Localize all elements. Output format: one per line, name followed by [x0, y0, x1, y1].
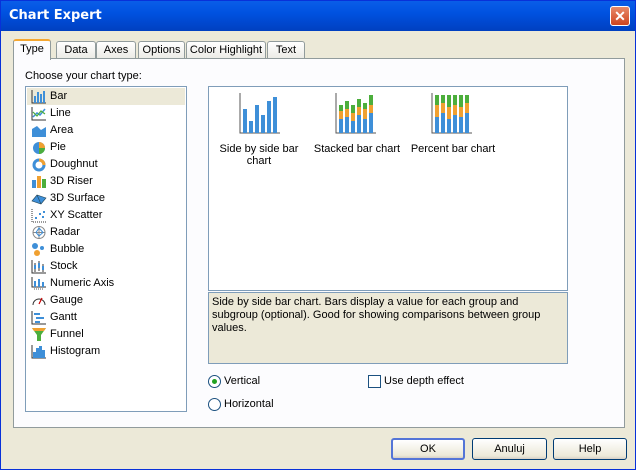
chart-type-label: Stock [50, 260, 78, 272]
funnel-chart-icon [32, 328, 46, 341]
chart-type-label: XY Scatter [50, 209, 103, 221]
3d-surface-chart-icon [31, 194, 47, 205]
chart-type-item-gauge[interactable]: Gauge [27, 292, 185, 309]
chart-type-label: Gauge [50, 294, 84, 306]
chart-type-item-doughnut[interactable]: Doughnut [27, 156, 185, 173]
chart-subtype-gallery[interactable]: Side by side bar chart Stacked bar chart… [208, 86, 568, 291]
subtype-side-by-side-bar[interactable]: Side by side bar chart [215, 87, 303, 177]
numeric-axis-chart-icon [31, 277, 46, 290]
chart-type-item-xy-scatter[interactable]: XY Scatter [27, 207, 185, 224]
bar-chart-icon [31, 90, 46, 104]
chart-type-label: Histogram [50, 345, 101, 357]
tab-text[interactable]: Text [267, 41, 305, 58]
chart-type-label: Bar [50, 90, 68, 102]
subtype-label: Percent bar chart [410, 143, 496, 155]
chart-type-item-stock[interactable]: Stock [27, 258, 185, 275]
radar-chart-icon [32, 226, 46, 239]
area-chart-icon [32, 126, 46, 137]
chart-type-label: Line [50, 107, 71, 119]
subtype-label: Stacked bar chart [313, 143, 401, 155]
depth-effect-label[interactable]: Use depth effect [384, 375, 464, 387]
side-by-side-bar-icon [239, 93, 280, 134]
chart-type-item-bubble[interactable]: Bubble [27, 241, 185, 258]
close-icon: ✕ [614, 8, 626, 24]
close-button[interactable]: ✕ [610, 6, 630, 26]
cancel-button[interactable]: Anuluj [472, 438, 547, 460]
chart-type-label: Gantt [50, 311, 77, 323]
chart-type-item-numeric-axis[interactable]: Numeric Axis [27, 275, 185, 292]
line-chart-icon [31, 107, 46, 121]
subtype-stacked-bar[interactable]: Stacked bar chart [309, 87, 405, 177]
chart-type-item-area[interactable]: Area [27, 122, 185, 139]
stacked-bar-icon [335, 93, 376, 134]
tab-options[interactable]: Options [138, 41, 185, 58]
chart-type-label: Pie [50, 141, 66, 153]
histogram-chart-icon [31, 345, 46, 359]
title-bar[interactable]: Chart Expert ✕ [1, 1, 635, 31]
horizontal-label[interactable]: Horizontal [224, 398, 274, 410]
chart-type-item-3d-surface[interactable]: 3D Surface [27, 190, 185, 207]
percent-bar-icon [431, 93, 472, 134]
tab-color-highlight[interactable]: Color Highlight [186, 41, 266, 58]
chart-type-item-gantt[interactable]: Gantt [27, 309, 185, 326]
subtype-percent-bar[interactable]: Percent bar chart [407, 87, 499, 177]
depth-effect-checkbox[interactable] [368, 375, 381, 388]
chart-type-label: Bubble [50, 243, 85, 255]
doughnut-chart-icon [32, 158, 46, 172]
bubble-chart-icon [32, 243, 44, 256]
ok-button[interactable]: OK [391, 438, 465, 460]
chart-type-label: Doughnut [50, 158, 98, 170]
radio-selected-dot [212, 379, 217, 384]
chart-type-item-radar[interactable]: Radar [27, 224, 185, 241]
stock-chart-icon [31, 260, 46, 274]
chart-type-list[interactable]: Bar Line Area Pie Doughnut 3D Riser 3D S… [25, 86, 187, 412]
chart-description: Side by side bar chart. Bars display a v… [208, 292, 568, 364]
chart-type-label: Radar [50, 226, 80, 238]
chart-type-item-pie[interactable]: Pie [27, 139, 185, 156]
tab-data[interactable]: Data [56, 41, 96, 58]
help-button[interactable]: Help [553, 438, 627, 460]
gauge-chart-icon [32, 297, 46, 306]
pie-chart-icon [33, 142, 45, 154]
horizontal-radio[interactable] [208, 398, 221, 411]
chart-type-item-funnel[interactable]: Funnel [27, 326, 185, 343]
chart-type-label: Area [50, 124, 74, 136]
chart-type-label: Numeric Axis [50, 277, 115, 289]
vertical-radio[interactable] [208, 375, 221, 388]
chart-type-item-3d-riser[interactable]: 3D Riser [27, 173, 185, 190]
chart-type-label: 3D Surface [50, 192, 106, 204]
gantt-chart-icon [31, 311, 46, 325]
tab-axes[interactable]: Axes [96, 41, 136, 58]
subtype-label: Side by side bar chart [219, 143, 299, 167]
chart-type-item-line[interactable]: Line [27, 105, 185, 122]
chart-type-label: Funnel [50, 328, 84, 340]
xy-scatter-chart-icon [31, 209, 46, 223]
chart-type-item-bar[interactable]: Bar [27, 88, 185, 105]
chart-type-item-histogram[interactable]: Histogram [27, 343, 185, 360]
chart-type-label: 3D Riser [50, 175, 93, 187]
chart-type-prompt: Choose your chart type: [25, 70, 142, 82]
window-title: Chart Expert [9, 8, 102, 23]
tab-type[interactable]: Type [13, 39, 51, 60]
vertical-label[interactable]: Vertical [224, 375, 260, 387]
3d-riser-chart-icon [32, 176, 46, 188]
